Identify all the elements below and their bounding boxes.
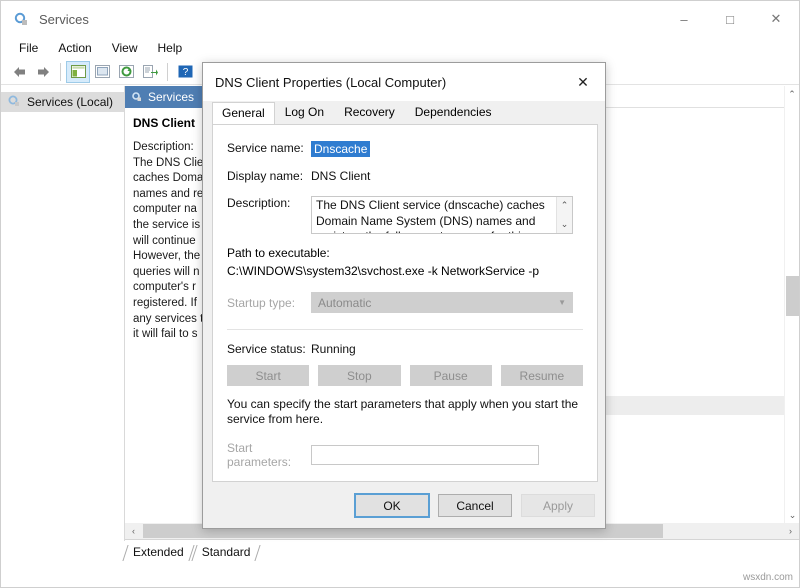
description-label: Description: [227,196,291,210]
dialog-tab-general[interactable]: General [212,102,275,125]
description-scroll-down-icon[interactable]: ⌄ [557,216,572,233]
start-button[interactable]: Start [227,365,310,386]
services-window: Services – □ ✕ File Action View Help ? S… [0,0,800,588]
svg-text:?: ? [182,67,188,78]
startup-type-row: Startup type: Automatic ▼ [213,292,597,313]
tabs-divider [125,539,799,540]
forward-icon[interactable] [31,61,55,83]
window-title: Services [39,11,89,27]
help-icon[interactable]: ? [173,61,197,83]
menu-help[interactable]: Help [148,39,193,57]
service-name-label: Service name: [227,141,304,155]
scroll-up-icon[interactable]: ⌃ [785,86,799,102]
toolbar-separator-2 [167,62,168,81]
description-row: Description: The DNS Client service (dns… [213,196,597,234]
dialog-tab-recovery[interactable]: Recovery [334,101,405,124]
start-parameters-row: Start parameters: [213,441,597,469]
scroll-down-icon[interactable]: ⌄ [785,507,800,523]
scroll-left-icon[interactable]: ‹ [125,526,142,536]
export-list-icon[interactable] [138,61,162,83]
maximize-button[interactable]: □ [707,1,753,37]
startup-type-value: Automatic [318,295,372,310]
show-hide-tree-icon[interactable] [66,60,90,83]
grid-vertical-scrollbar[interactable]: ⌃ ⌄ [784,86,799,523]
start-parameters-input[interactable] [311,445,539,465]
tab-extended[interactable]: Extended [125,543,194,561]
window-controls: – □ ✕ [661,1,799,37]
dialog-close-icon[interactable]: ✕ [561,63,605,101]
service-status-label: Service status: [227,342,306,356]
services-gear-icon-tree [7,94,21,111]
chevron-down-icon: ▼ [558,298,566,307]
service-control-buttons: Start Stop Pause Resume [213,365,597,386]
ok-button[interactable]: OK [354,493,430,518]
menu-action[interactable]: Action [48,39,101,57]
service-status-value: Running [311,342,356,356]
description-scroll-up-icon[interactable]: ⌃ [557,197,572,214]
refresh-icon[interactable] [114,61,138,83]
section-divider [227,329,583,330]
display-name-row: Display name: DNS Client [213,169,597,183]
back-icon[interactable] [7,61,31,83]
minimize-button[interactable]: – [661,1,707,37]
dialog-title-bar: DNS Client Properties (Local Computer) ✕ [203,63,605,101]
view-tabs: Extended Standard [125,541,799,561]
scroll-right-icon[interactable]: › [782,526,799,536]
vertical-scroll-thumb[interactable] [786,276,799,316]
menu-file[interactable]: File [9,39,48,57]
services-gear-icon-detail [131,91,143,103]
tree-item-label: Services (Local) [27,95,114,109]
services-gear-icon [13,11,29,27]
start-parameters-hint: You can specify the start parameters tha… [227,397,579,426]
dialog-footer-buttons: OK Cancel Apply [203,493,607,518]
startup-type-select[interactable]: Automatic ▼ [311,292,573,313]
description-textarea[interactable]: The DNS Client service (dnscache) caches… [311,196,573,234]
description-scrollbar[interactable]: ⌃ ⌄ [556,197,572,233]
service-name-value[interactable]: Dnscache [311,141,371,157]
title-bar: Services – □ ✕ [1,1,799,37]
dialog-title: DNS Client Properties (Local Computer) [215,74,447,90]
toolbar-separator [60,62,61,81]
detail-header-label: Services [148,90,195,104]
resume-button[interactable]: Resume [500,365,583,386]
dialog-general-panel: Service name: Dnscache Display name: DNS… [212,124,598,482]
tree-item-services-local[interactable]: Services (Local) [1,92,124,112]
path-label: Path to executable: [227,246,330,260]
tab-standard[interactable]: Standard [194,543,261,561]
dialog-tab-log-on[interactable]: Log On [275,101,334,124]
menu-view[interactable]: View [102,39,148,57]
service-name-row: Service name: Dnscache [213,141,597,157]
start-parameters-label: Start parameters: [227,441,292,469]
description-value: The DNS Client service (dnscache) caches… [316,198,545,233]
dialog-tabs: General Log On Recovery Dependencies [203,101,605,125]
console-tree-pane: Services (Local) [1,86,125,541]
pause-button[interactable]: Pause [409,365,492,386]
menu-bar: File Action View Help [1,37,799,59]
dialog-tab-dependencies[interactable]: Dependencies [405,101,502,124]
properties-icon[interactable] [90,61,114,83]
display-name-value[interactable]: DNS Client [311,169,370,183]
path-value: C:\WINDOWS\system32\svchost.exe -k Netwo… [227,264,540,278]
dns-client-properties-dialog: DNS Client Properties (Local Computer) ✕… [202,62,606,529]
startup-type-label: Startup type: [227,295,296,310]
cancel-button[interactable]: Cancel [438,494,512,517]
stop-button[interactable]: Stop [318,365,401,386]
service-status-row: Service status: Running [213,342,597,356]
close-button[interactable]: ✕ [753,1,799,37]
display-name-label: Display name: [227,169,304,183]
watermark: wsxdn.com [742,572,793,583]
apply-button[interactable]: Apply [521,494,595,517]
